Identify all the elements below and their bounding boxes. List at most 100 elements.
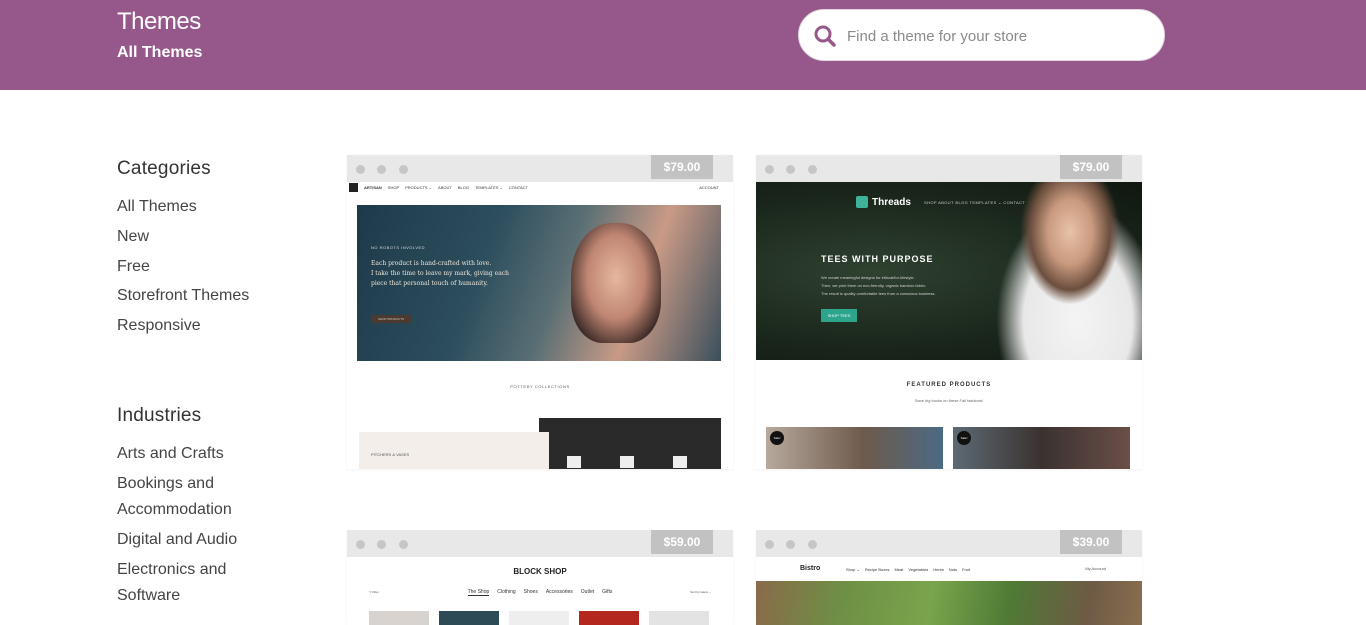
preview-nav-item: Shoes	[523, 589, 538, 595]
preview-logo: BLOCK SHOP	[513, 567, 567, 576]
hero-portrait	[571, 223, 661, 343]
industry-accommodation[interactable]: Accommodation	[117, 497, 317, 523]
hero-button: SHOP PRODUCTS	[371, 315, 411, 323]
industries-list: Arts and Crafts Bookings and Accommodati…	[117, 441, 317, 608]
preview-nav-item: CONTACT	[508, 185, 528, 190]
browser-bar: $79.00	[756, 155, 1142, 182]
category-storefront-themes[interactable]: Storefront Themes	[117, 283, 317, 309]
page-header: Themes All Themes	[0, 0, 1366, 90]
window-dot	[808, 540, 817, 549]
theme-preview: Bistro Shop ⌄ Recipe Boxes Meat Vegetabl…	[756, 557, 1142, 625]
sale-badge: Sale!	[770, 431, 784, 445]
hero-kicker: NO ROBOTS INVOLVED	[371, 245, 426, 250]
preview-nav: The Shop Clothing Shoes Accessories Outl…	[347, 589, 733, 596]
hero-copy-line: piece that personal touch of humanity.	[371, 280, 488, 287]
preview-nav-item: Herbs	[933, 567, 944, 572]
collection-label: PITCHERS & VASES	[371, 452, 410, 457]
theme-card[interactable]: $59.00 BLOCK SHOP ▽ Filter Sort by lates…	[347, 530, 733, 625]
hero-text: NO ROBOTS INVOLVED Each product is hand-…	[371, 243, 509, 289]
preview-nav-item: Shop ⌄	[846, 567, 860, 572]
theme-card[interactable]: $79.00 Threads SHOP ABOUT BLOG TEMPLATES…	[756, 155, 1142, 469]
browser-bar: $79.00	[347, 155, 733, 182]
preview-logo: Threads	[856, 196, 911, 208]
hero-copy: We create meaningful designs for ethical…	[821, 274, 971, 298]
theme-card[interactable]: $39.00 Bistro Shop ⌄ Recipe Boxes Meat V…	[756, 530, 1142, 625]
preview-collection-tile: PITCHERS & VASES	[359, 432, 549, 469]
price-tag: $39.00	[1060, 530, 1122, 554]
hero-copy-line: I take the time to leave my mark, giving…	[371, 270, 509, 277]
theme-preview: ARTISAN SHOP PRODUCTS ⌄ ABOUT BLOG TEMPL…	[347, 182, 733, 469]
window-dot	[377, 540, 386, 549]
industry-digital-and-audio[interactable]: Digital and Audio	[117, 527, 317, 553]
category-free[interactable]: Free	[117, 254, 317, 280]
window-dot	[765, 165, 774, 174]
hero-copy-line: Each product is hand-crafted with love.	[371, 260, 492, 267]
browser-bar: $59.00	[347, 530, 733, 557]
product-image: Sale!	[766, 427, 943, 469]
preview-logo: Bistro	[800, 565, 821, 572]
preview-nav-item: ABOUT	[438, 185, 452, 190]
preview-nav-item: Recipe Boxes	[864, 567, 890, 572]
theme-search[interactable]	[798, 9, 1165, 61]
industry-software[interactable]: Software	[117, 583, 317, 609]
preview-nav-item: Accessories	[545, 589, 573, 595]
preview-nav-item: PRODUCTS ⌄	[405, 185, 433, 190]
preview-jars	[567, 456, 687, 468]
window-dot	[377, 165, 386, 174]
preview-nav-bar: Bistro Shop ⌄ Recipe Boxes Meat Vegetabl…	[756, 557, 1142, 581]
theme-card[interactable]: $79.00 ARTISAN SHOP PRODUCTS ⌄ ABOUT BLO…	[347, 155, 733, 469]
search-input[interactable]	[847, 18, 1147, 54]
preview-logo-icon	[349, 183, 358, 192]
search-icon	[814, 25, 836, 47]
preview-logo-text: Threads	[872, 196, 911, 208]
window-dot	[356, 165, 365, 174]
preview-nav-item: Vegetables	[908, 567, 929, 572]
page-title: Themes	[117, 8, 201, 35]
categories-heading: Categories	[117, 158, 211, 179]
window-dot	[399, 540, 408, 549]
preview-hero-image: Threads SHOP ABOUT BLOG TEMPLATES ⌄ CONT…	[756, 182, 1142, 360]
hero-copy-line: We create meaningful designs for ethical…	[821, 275, 915, 280]
featured-subheading: Save big bucks on these Fall fashions!	[914, 398, 984, 403]
industry-bookings-and[interactable]: Bookings and	[117, 471, 317, 497]
industry-electronics-and[interactable]: Electronics and	[117, 557, 317, 583]
category-responsive[interactable]: Responsive	[117, 313, 317, 339]
window-dot	[356, 540, 365, 549]
hero-copy-line: Then, we print them on eco-friendly, org…	[821, 283, 927, 288]
industries-heading: Industries	[117, 405, 202, 427]
categories-list: All Themes New Free Storefront Themes Re…	[117, 194, 317, 339]
preview-hero-image: NO ROBOTS INVOLVED Each product is hand-…	[357, 205, 721, 361]
hero-copy-line: The result is quality comfortable tees f…	[821, 291, 936, 296]
preview-nav: Shop ⌄ Recipe Boxes Meat Vegetables Herb…	[846, 567, 970, 572]
category-new[interactable]: New	[117, 224, 317, 250]
window-dot	[808, 165, 817, 174]
hero-headline: TEES WITH PURPOSE	[821, 254, 934, 264]
filter-sidebar: Categories All Themes New Free Storefron…	[117, 158, 317, 612]
preview-nav-item: Clothing	[497, 589, 516, 595]
preview-section-title: POTTERY COLLECTIONS	[510, 384, 570, 389]
preview-product-image	[539, 418, 721, 469]
preview-nav-item: Gifts	[602, 589, 613, 595]
hero-model	[982, 182, 1142, 360]
page-subtitle: All Themes	[117, 44, 203, 61]
preview-logo: ARTISAN	[364, 185, 382, 190]
theme-preview: Threads SHOP ABOUT BLOG TEMPLATES ⌄ CONT…	[756, 182, 1142, 469]
product-image: Sale!	[953, 427, 1130, 469]
category-all-themes[interactable]: All Themes	[117, 194, 317, 220]
window-dot	[786, 165, 795, 174]
preview-nav-item: Outlet	[580, 589, 595, 595]
preview-nav-item: Fruit	[962, 567, 971, 572]
window-dot	[765, 540, 774, 549]
sale-badge: Sale!	[957, 431, 971, 445]
preview-nav-item: BLOG	[457, 185, 469, 190]
preview-nav-item: The Shop	[467, 589, 490, 596]
preview-nav-item: SHOP	[387, 185, 400, 190]
preview-nav-item: TEMPLATES ⌄	[474, 185, 503, 190]
preview-product-row	[369, 611, 709, 625]
hero-button: SHOP TEES	[821, 309, 857, 322]
industry-arts-and-crafts[interactable]: Arts and Crafts	[117, 441, 317, 467]
preview-account: ACCOUNT	[699, 185, 719, 190]
window-dot	[786, 540, 795, 549]
threads-logo-icon	[856, 196, 868, 208]
price-tag: $79.00	[651, 155, 713, 179]
